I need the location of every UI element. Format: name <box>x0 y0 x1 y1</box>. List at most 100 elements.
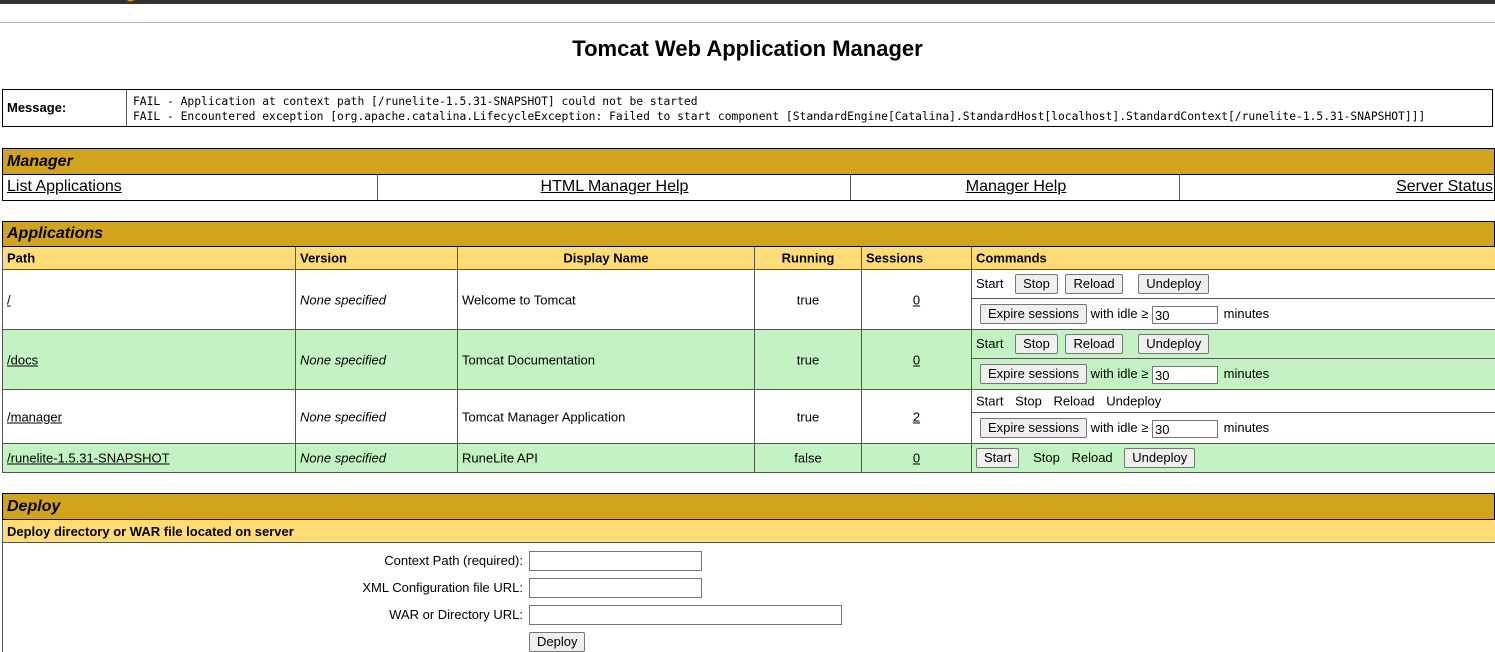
sessions-link[interactable]: 0 <box>862 352 971 367</box>
message-line: FAIL - Application at context path [/run… <box>133 95 698 108</box>
undeploy-button[interactable]: Undeploy <box>1138 334 1210 354</box>
undeploy-button[interactable]: Undeploy <box>1138 274 1210 294</box>
with-idle-label: with idle ≥ <box>1090 306 1149 321</box>
server-status-cell: Server Status <box>1180 175 1493 200</box>
start-text: Start <box>976 393 1004 409</box>
app-display-name: RuneLite API <box>458 444 755 473</box>
minutes-label: minutes <box>1223 366 1270 381</box>
column-label: Sessions <box>866 250 924 266</box>
app-version: None specified <box>296 270 458 330</box>
sessions-link[interactable]: 2 <box>862 409 971 424</box>
app-path-link[interactable]: /runelite-1.5.31-SNAPSHOT <box>7 451 170 466</box>
html-manager-help-cell: HTML Manager Help <box>378 175 851 200</box>
expire-sessions-button[interactable]: Expire sessions <box>980 364 1088 384</box>
with-idle-label: with idle ≥ <box>1090 366 1149 381</box>
manager-heading: Manager <box>2 148 1495 175</box>
divider <box>0 22 1495 23</box>
expire-sessions-button[interactable]: Expire sessions <box>980 418 1088 438</box>
app-sessions: 0 <box>862 270 972 330</box>
start-button[interactable]: Start <box>976 448 1020 468</box>
applications-table: Path Version Display Name Running Sessio… <box>2 247 1495 473</box>
deploy-subheading: Deploy directory or WAR file located on … <box>2 520 1495 543</box>
column-header-version: Version <box>296 247 458 270</box>
app-expire: Expire sessions with idle ≥ 30 minutes <box>972 359 1495 390</box>
app-running: false <box>755 444 862 473</box>
app-running: true <box>755 270 862 330</box>
app-commands: Start Stop Reload Undeploy <box>972 330 1495 359</box>
running-text: true <box>796 292 820 307</box>
xml-config-input[interactable] <box>529 578 702 598</box>
sessions-link[interactable]: 0 <box>862 451 971 466</box>
deploy-heading: Deploy <box>2 493 1495 520</box>
top-bar <box>0 0 1495 4</box>
app-sessions: 0 <box>862 330 972 390</box>
message-label: Message: <box>3 90 127 126</box>
column-header-display-name: Display Name <box>458 247 755 270</box>
stop-text: Stop <box>1033 450 1060 465</box>
app-path-link[interactable]: / <box>7 292 11 307</box>
deploy-button[interactable]: Deploy <box>529 632 586 652</box>
context-path-label: Context Path (required): <box>384 553 523 568</box>
table-row: /docs <box>3 330 296 390</box>
app-version: None specified <box>296 444 458 473</box>
manager-help-cell: Manager Help <box>851 175 1181 200</box>
column-header-sessions: Sessions <box>862 247 972 270</box>
applications-heading: Applications <box>2 221 1495 247</box>
start-text: Start <box>976 276 1004 291</box>
with-idle-label: with idle ≥ <box>1090 420 1149 435</box>
stop-button[interactable]: Stop <box>1015 274 1058 294</box>
app-version: None specified <box>296 330 458 390</box>
undeploy-text: Undeploy <box>1106 393 1162 409</box>
column-label: Commands <box>976 250 1047 266</box>
xml-config-label: XML Configuration file URL: <box>362 580 523 595</box>
html-manager-help-link[interactable]: HTML Manager Help <box>541 178 689 195</box>
app-expire: Expire sessions with idle ≥ 30 minutes <box>972 413 1495 444</box>
table-row: /manager <box>3 390 296 444</box>
idle-input[interactable]: 30 <box>1152 419 1219 438</box>
list-applications-link[interactable]: List Applications <box>7 178 122 195</box>
reload-text: Reload <box>1071 450 1113 465</box>
display-name-text: RuneLite API <box>462 450 538 466</box>
app-display-name: Tomcat Manager Application <box>458 390 755 444</box>
start-text: Start <box>976 336 1004 351</box>
expire-sessions-button[interactable]: Expire sessions <box>980 304 1088 324</box>
manager-links-row: List Applications HTML Manager Help Mana… <box>2 175 1495 201</box>
message-box: Message: FAIL - Application at context p… <box>2 89 1493 127</box>
version-text: None specified <box>300 450 386 466</box>
undeploy-button[interactable]: Undeploy <box>1124 448 1196 468</box>
manager-help-link[interactable]: Manager Help <box>966 178 1067 195</box>
minutes-label: minutes <box>1223 420 1270 435</box>
reload-button[interactable]: Reload <box>1065 274 1123 294</box>
version-text: None specified <box>300 409 386 424</box>
column-label: Path <box>7 250 36 266</box>
idle-input[interactable]: 30 <box>1152 305 1219 324</box>
idle-input[interactable]: 30 <box>1152 365 1219 384</box>
message-text: FAIL - Application at context path [/run… <box>133 94 1425 124</box>
app-commands: Start Stop Reload Undeploy <box>972 444 1495 473</box>
column-header-path: Path <box>3 247 296 270</box>
display-name-text: Welcome to Tomcat <box>462 292 576 307</box>
message-line: FAIL - Encountered exception [org.apache… <box>133 110 1426 123</box>
app-sessions: 0 <box>862 444 972 473</box>
column-label: Version <box>300 250 347 266</box>
stop-button[interactable]: Stop <box>1015 334 1058 354</box>
context-path-input[interactable] <box>529 551 702 571</box>
version-text: None specified <box>300 352 386 367</box>
running-text: false <box>794 450 822 466</box>
running-text: true <box>796 409 820 424</box>
server-status-link[interactable]: Server Status <box>1396 178 1493 195</box>
war-url-input[interactable] <box>529 605 842 625</box>
table-row: /runelite-1.5.31-SNAPSHOT <box>3 444 296 473</box>
app-display-name: Welcome to Tomcat <box>458 270 755 330</box>
app-commands: Start Stop Reload Undeploy <box>972 390 1495 413</box>
app-path-link[interactable]: /docs <box>7 352 38 367</box>
reload-button[interactable]: Reload <box>1065 334 1123 354</box>
app-version: None specified <box>296 390 458 444</box>
list-applications-link-cell: List Applications <box>7 175 122 200</box>
app-path-link[interactable]: /manager <box>7 409 62 424</box>
sessions-link[interactable]: 0 <box>862 292 971 307</box>
reload-text: Reload <box>1053 393 1095 409</box>
column-header-commands: Commands <box>972 247 1495 270</box>
running-text: true <box>796 352 820 367</box>
display-name-text: Tomcat Documentation <box>462 352 595 367</box>
